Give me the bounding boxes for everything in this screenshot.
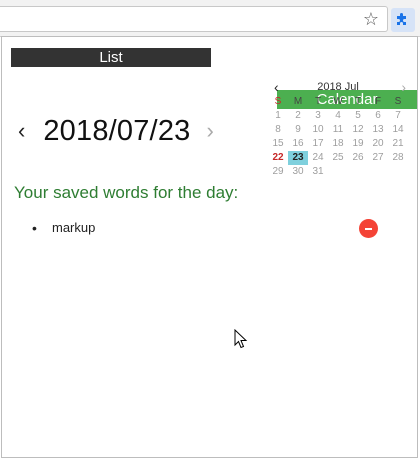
puzzle-icon [397,13,406,25]
calendar-day[interactable]: 2 [288,109,308,123]
calendar-day[interactable]: 21 [388,137,408,151]
calendar-day[interactable]: 5 [348,109,368,123]
weekday-label: W [333,96,343,107]
calendar-day[interactable]: 12 [348,123,368,137]
saved-words-heading: Your saved words for the day: [14,183,239,202]
bullet: • [32,220,37,236]
calendar-day-selected[interactable]: 23 [288,151,308,165]
day-navigator: ‹ 2018/07/23 › [18,111,214,151]
calendar-day[interactable]: 18 [328,137,348,151]
calendar-day[interactable]: 4 [328,109,348,123]
saved-word-text: markup [52,220,96,235]
calendar-header: ‹ 2018 Jul › [268,79,408,95]
prev-month-button[interactable]: ‹ [274,79,279,95]
calendar-day[interactable]: 16 [288,137,308,151]
next-day-button[interactable]: › [206,111,213,151]
current-date: 2018/07/23 [43,114,191,147]
prev-day-button[interactable]: ‹ [18,111,25,151]
weekday-label: S [274,96,282,107]
calendar-day[interactable]: 3 [308,109,328,123]
calendar-day[interactable]: 13 [368,123,388,137]
calendar-day[interactable]: 17 [308,137,328,151]
calendar-day[interactable]: 20 [368,137,388,151]
weekday-label: F [374,96,382,107]
saved-words-list: • markup [32,217,382,239]
view-tabs: Calendar List [11,48,417,109]
calendar-day[interactable]: 30 [288,165,308,179]
mouse-cursor-icon [234,329,248,349]
extension-button[interactable] [391,8,415,32]
calendar-day[interactable]: 25 [328,151,348,165]
calendar-day[interactable]: 27 [368,151,388,165]
tab-list[interactable]: List [11,48,211,67]
calendar-day[interactable]: 24 [308,151,328,165]
calendar-day[interactable]: 9 [288,123,308,137]
calendar-day[interactable]: 28 [388,151,408,165]
calendar-day[interactable]: 19 [348,137,368,151]
next-month-button[interactable]: › [401,79,406,95]
remove-word-button[interactable] [359,219,378,238]
mini-calendar: ‹ 2018 Jul › S M T W T F S 1 2 3 4 5 6 7 8 9 10 11 12 13 14 1… [268,79,408,179]
browser-toolbar: ☆ [0,0,420,37]
calendar-day[interactable]: 26 [348,151,368,165]
weekday-label: T [314,96,322,107]
calendar-day[interactable]: 14 [388,123,408,137]
weekday-label: T [354,96,362,107]
star-icon[interactable]: ☆ [363,9,379,29]
calendar-day[interactable]: 10 [308,123,328,137]
saved-word-item: • markup [32,217,382,239]
calendar-grid: S M T W T F S 1 2 3 4 5 6 7 8 9 10 11 12 13 14 15 16 17 18 19 20 21… [268,95,408,179]
calendar-day[interactable]: 11 [328,123,348,137]
calendar-day[interactable]: 31 [308,165,328,179]
calendar-day[interactable]: 8 [268,123,288,137]
calendar-day[interactable]: 22 [268,151,288,165]
address-bar[interactable]: ☆ [0,6,388,32]
calendar-day[interactable]: 7 [388,109,408,123]
calendar-day[interactable]: 6 [368,109,388,123]
weekday-label: M [293,96,303,107]
calendar-day[interactable]: 29 [268,165,288,179]
calendar-month-title: 2018 Jul [317,81,359,93]
extension-popup: Calendar List ‹ 2018/07/23 › ‹ 2018 Jul … [1,36,418,458]
calendar-day[interactable]: 15 [268,137,288,151]
weekday-label: S [394,96,402,107]
calendar-day[interactable]: 1 [268,109,288,123]
